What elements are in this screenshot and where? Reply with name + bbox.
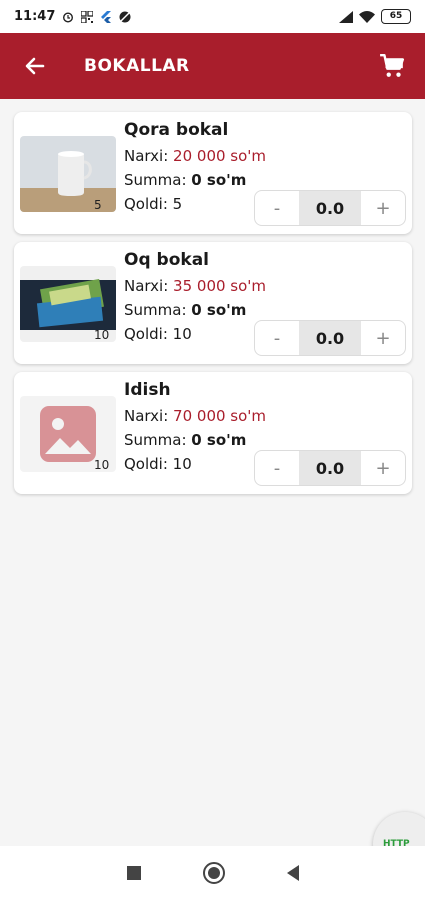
arrow-left-icon — [25, 57, 45, 75]
shopping-cart-icon — [380, 53, 405, 77]
sum-value: 0 so'm — [191, 431, 247, 449]
thumb-stock-count: 10 — [94, 458, 110, 472]
product-name: Oq bokal — [124, 250, 209, 270]
price-value: 35 000 so'm — [173, 277, 267, 295]
quantity-value[interactable]: 0.0 — [299, 321, 361, 355]
price-value: 20 000 so'm — [173, 147, 267, 165]
flutter-icon — [101, 10, 112, 23]
product-card[interactable]: 5 Qora bokal Narxi: 20 000 so'm Summa: 0… — [14, 112, 412, 234]
home-icon — [207, 867, 220, 879]
product-card[interactable]: 10 Oq bokal Narxi: 35 000 so'm Summa: 0 … — [14, 242, 412, 364]
recents-button[interactable] — [126, 866, 141, 880]
price-value: 70 000 so'm — [173, 407, 267, 425]
sum-value: 0 so'm — [191, 301, 247, 319]
sum-label: Summa: — [124, 301, 192, 319]
signal-icon — [339, 10, 353, 23]
increment-button[interactable]: + — [361, 191, 405, 225]
quantity-value[interactable]: 0.0 — [299, 451, 361, 485]
app-bar: BOKALLAR — [0, 33, 425, 99]
stock-text: Qoldi: 10 — [124, 325, 192, 343]
alarm-icon — [63, 11, 74, 23]
quantity-stepper: - 0.0 + — [254, 320, 406, 356]
price-label: Narxi: — [124, 407, 174, 425]
quantity-stepper: - 0.0 + — [254, 190, 406, 226]
qr-icon — [81, 10, 94, 23]
system-nav-bar — [0, 846, 425, 900]
cart-button[interactable] — [377, 51, 407, 81]
product-name: Idish — [124, 380, 171, 400]
page-title: BOKALLAR — [84, 56, 190, 76]
decrement-button[interactable]: - — [255, 451, 299, 485]
increment-button[interactable]: + — [361, 321, 405, 355]
quantity-stepper: - 0.0 + — [254, 450, 406, 486]
thumb-stock-count: 10 — [94, 328, 110, 342]
product-name: Qora bokal — [124, 120, 229, 140]
decrement-button[interactable]: - — [255, 191, 299, 225]
status-time: 11:47 — [14, 9, 56, 24]
price-label: Narxi: — [124, 147, 174, 165]
product-list: 5 Qora bokal Narxi: 20 000 so'm Summa: 0… — [14, 112, 412, 502]
system-back-button[interactable] — [286, 865, 299, 881]
no-sync-icon — [119, 11, 131, 22]
stock-text: Qoldi: 5 — [124, 195, 183, 213]
sum-value: 0 so'm — [191, 171, 247, 189]
price-label: Narxi: — [124, 277, 174, 295]
quantity-value[interactable]: 0.0 — [299, 191, 361, 225]
wifi-icon — [359, 10, 375, 23]
sum-label: Summa: — [124, 171, 192, 189]
product-card[interactable]: 10 Idish Narxi: 70 000 so'm Summa: 0 so'… — [14, 372, 412, 494]
decrement-button[interactable]: - — [255, 321, 299, 355]
status-bar: 11:47 65 — [0, 0, 425, 33]
thumb-stock-count: 5 — [94, 198, 102, 212]
sum-label: Summa: — [124, 431, 192, 449]
battery-indicator: 65 — [381, 9, 411, 24]
increment-button[interactable]: + — [361, 451, 405, 485]
stock-text: Qoldi: 10 — [124, 455, 192, 473]
home-button[interactable] — [202, 862, 225, 884]
back-button[interactable] — [18, 49, 52, 83]
